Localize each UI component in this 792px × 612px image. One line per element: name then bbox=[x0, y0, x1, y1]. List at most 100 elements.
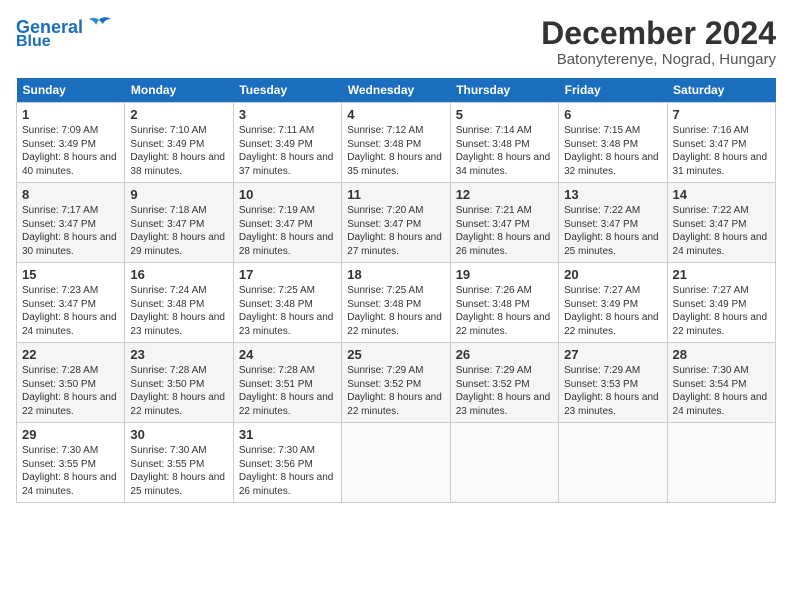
calendar-cell: 22 Sunrise: 7:28 AM Sunset: 3:50 PM Dayl… bbox=[17, 343, 125, 423]
day-number: 23 bbox=[130, 347, 227, 362]
day-info: Sunrise: 7:28 AM Sunset: 3:50 PM Dayligh… bbox=[130, 364, 227, 418]
day-info: Sunrise: 7:22 AM Sunset: 3:47 PM Dayligh… bbox=[564, 204, 661, 258]
calendar-cell: 13 Sunrise: 7:22 AM Sunset: 3:47 PM Dayl… bbox=[559, 183, 667, 263]
day-info: Sunrise: 7:27 AM Sunset: 3:49 PM Dayligh… bbox=[673, 284, 770, 338]
day-info: Sunrise: 7:25 AM Sunset: 3:48 PM Dayligh… bbox=[239, 284, 336, 338]
day-info: Sunrise: 7:26 AM Sunset: 3:48 PM Dayligh… bbox=[456, 284, 553, 338]
calendar-cell: 23 Sunrise: 7:28 AM Sunset: 3:50 PM Dayl… bbox=[125, 343, 233, 423]
calendar-cell: 5 Sunrise: 7:14 AM Sunset: 3:48 PM Dayli… bbox=[450, 103, 558, 183]
day-info: Sunrise: 7:15 AM Sunset: 3:48 PM Dayligh… bbox=[564, 124, 661, 178]
calendar-header: SundayMondayTuesdayWednesdayThursdayFrid… bbox=[17, 78, 776, 103]
calendar-cell: 24 Sunrise: 7:28 AM Sunset: 3:51 PM Dayl… bbox=[233, 343, 341, 423]
calendar-cell: 10 Sunrise: 7:19 AM Sunset: 3:47 PM Dayl… bbox=[233, 183, 341, 263]
calendar-cell: 7 Sunrise: 7:16 AM Sunset: 3:47 PM Dayli… bbox=[667, 103, 775, 183]
calendar-week-5: 29 Sunrise: 7:30 AM Sunset: 3:55 PM Dayl… bbox=[17, 423, 776, 503]
logo-blue: Blue bbox=[16, 34, 51, 50]
day-number: 8 bbox=[22, 187, 119, 202]
day-info: Sunrise: 7:28 AM Sunset: 3:51 PM Dayligh… bbox=[239, 364, 336, 418]
day-number: 15 bbox=[22, 267, 119, 282]
day-info: Sunrise: 7:10 AM Sunset: 3:49 PM Dayligh… bbox=[130, 124, 227, 178]
day-number: 30 bbox=[130, 427, 227, 442]
day-info: Sunrise: 7:29 AM Sunset: 3:52 PM Dayligh… bbox=[456, 364, 553, 418]
calendar-cell bbox=[667, 423, 775, 503]
calendar-cell: 29 Sunrise: 7:30 AM Sunset: 3:55 PM Dayl… bbox=[17, 423, 125, 503]
weekday-header-row: SundayMondayTuesdayWednesdayThursdayFrid… bbox=[17, 78, 776, 103]
bird-icon bbox=[85, 16, 113, 38]
day-number: 29 bbox=[22, 427, 119, 442]
day-number: 6 bbox=[564, 107, 661, 122]
calendar-cell: 21 Sunrise: 7:27 AM Sunset: 3:49 PM Dayl… bbox=[667, 263, 775, 343]
day-number: 14 bbox=[673, 187, 770, 202]
calendar-cell: 3 Sunrise: 7:11 AM Sunset: 3:49 PM Dayli… bbox=[233, 103, 341, 183]
day-info: Sunrise: 7:25 AM Sunset: 3:48 PM Dayligh… bbox=[347, 284, 444, 338]
calendar-cell: 28 Sunrise: 7:30 AM Sunset: 3:54 PM Dayl… bbox=[667, 343, 775, 423]
day-info: Sunrise: 7:29 AM Sunset: 3:52 PM Dayligh… bbox=[347, 364, 444, 418]
day-number: 4 bbox=[347, 107, 444, 122]
calendar-cell: 11 Sunrise: 7:20 AM Sunset: 3:47 PM Dayl… bbox=[342, 183, 450, 263]
day-info: Sunrise: 7:12 AM Sunset: 3:48 PM Dayligh… bbox=[347, 124, 444, 178]
calendar-cell: 25 Sunrise: 7:29 AM Sunset: 3:52 PM Dayl… bbox=[342, 343, 450, 423]
day-info: Sunrise: 7:17 AM Sunset: 3:47 PM Dayligh… bbox=[22, 204, 119, 258]
day-info: Sunrise: 7:24 AM Sunset: 3:48 PM Dayligh… bbox=[130, 284, 227, 338]
calendar-week-3: 15 Sunrise: 7:23 AM Sunset: 3:47 PM Dayl… bbox=[17, 263, 776, 343]
calendar-cell: 17 Sunrise: 7:25 AM Sunset: 3:48 PM Dayl… bbox=[233, 263, 341, 343]
day-info: Sunrise: 7:11 AM Sunset: 3:49 PM Dayligh… bbox=[239, 124, 336, 178]
day-number: 2 bbox=[130, 107, 227, 122]
title-section: December 2024 Batonyterenye, Nograd, Hun… bbox=[541, 16, 776, 68]
weekday-header-wednesday: Wednesday bbox=[342, 78, 450, 103]
day-number: 22 bbox=[22, 347, 119, 362]
day-number: 16 bbox=[130, 267, 227, 282]
day-number: 26 bbox=[456, 347, 553, 362]
calendar-cell bbox=[342, 423, 450, 503]
day-number: 1 bbox=[22, 107, 119, 122]
day-info: Sunrise: 7:19 AM Sunset: 3:47 PM Dayligh… bbox=[239, 204, 336, 258]
day-number: 24 bbox=[239, 347, 336, 362]
calendar-week-4: 22 Sunrise: 7:28 AM Sunset: 3:50 PM Dayl… bbox=[17, 343, 776, 423]
day-info: Sunrise: 7:23 AM Sunset: 3:47 PM Dayligh… bbox=[22, 284, 119, 338]
weekday-header-saturday: Saturday bbox=[667, 78, 775, 103]
weekday-header-friday: Friday bbox=[559, 78, 667, 103]
calendar-cell: 30 Sunrise: 7:30 AM Sunset: 3:55 PM Dayl… bbox=[125, 423, 233, 503]
calendar-cell: 14 Sunrise: 7:22 AM Sunset: 3:47 PM Dayl… bbox=[667, 183, 775, 263]
calendar-cell: 20 Sunrise: 7:27 AM Sunset: 3:49 PM Dayl… bbox=[559, 263, 667, 343]
day-info: Sunrise: 7:30 AM Sunset: 3:55 PM Dayligh… bbox=[22, 444, 119, 498]
day-number: 13 bbox=[564, 187, 661, 202]
day-number: 17 bbox=[239, 267, 336, 282]
calendar-table: SundayMondayTuesdayWednesdayThursdayFrid… bbox=[16, 78, 776, 503]
day-info: Sunrise: 7:30 AM Sunset: 3:54 PM Dayligh… bbox=[673, 364, 770, 418]
calendar-cell: 2 Sunrise: 7:10 AM Sunset: 3:49 PM Dayli… bbox=[125, 103, 233, 183]
day-info: Sunrise: 7:21 AM Sunset: 3:47 PM Dayligh… bbox=[456, 204, 553, 258]
calendar-cell: 6 Sunrise: 7:15 AM Sunset: 3:48 PM Dayli… bbox=[559, 103, 667, 183]
calendar-cell: 4 Sunrise: 7:12 AM Sunset: 3:48 PM Dayli… bbox=[342, 103, 450, 183]
day-number: 11 bbox=[347, 187, 444, 202]
day-info: Sunrise: 7:30 AM Sunset: 3:55 PM Dayligh… bbox=[130, 444, 227, 498]
day-info: Sunrise: 7:27 AM Sunset: 3:49 PM Dayligh… bbox=[564, 284, 661, 338]
calendar-cell: 16 Sunrise: 7:24 AM Sunset: 3:48 PM Dayl… bbox=[125, 263, 233, 343]
day-number: 3 bbox=[239, 107, 336, 122]
day-number: 10 bbox=[239, 187, 336, 202]
day-number: 31 bbox=[239, 427, 336, 442]
calendar-cell: 19 Sunrise: 7:26 AM Sunset: 3:48 PM Dayl… bbox=[450, 263, 558, 343]
calendar-cell: 31 Sunrise: 7:30 AM Sunset: 3:56 PM Dayl… bbox=[233, 423, 341, 503]
calendar-cell: 12 Sunrise: 7:21 AM Sunset: 3:47 PM Dayl… bbox=[450, 183, 558, 263]
weekday-header-monday: Monday bbox=[125, 78, 233, 103]
calendar-week-1: 1 Sunrise: 7:09 AM Sunset: 3:49 PM Dayli… bbox=[17, 103, 776, 183]
day-number: 19 bbox=[456, 267, 553, 282]
day-number: 27 bbox=[564, 347, 661, 362]
calendar-body: 1 Sunrise: 7:09 AM Sunset: 3:49 PM Dayli… bbox=[17, 103, 776, 503]
day-number: 9 bbox=[130, 187, 227, 202]
day-number: 21 bbox=[673, 267, 770, 282]
logo: General Blue bbox=[16, 16, 113, 50]
day-number: 7 bbox=[673, 107, 770, 122]
calendar-cell bbox=[450, 423, 558, 503]
day-number: 5 bbox=[456, 107, 553, 122]
weekday-header-tuesday: Tuesday bbox=[233, 78, 341, 103]
day-number: 20 bbox=[564, 267, 661, 282]
calendar-cell bbox=[559, 423, 667, 503]
day-info: Sunrise: 7:30 AM Sunset: 3:56 PM Dayligh… bbox=[239, 444, 336, 498]
calendar-cell: 18 Sunrise: 7:25 AM Sunset: 3:48 PM Dayl… bbox=[342, 263, 450, 343]
month-title: December 2024 bbox=[541, 16, 776, 51]
day-number: 18 bbox=[347, 267, 444, 282]
location: Batonyterenye, Nograd, Hungary bbox=[541, 51, 776, 68]
day-info: Sunrise: 7:09 AM Sunset: 3:49 PM Dayligh… bbox=[22, 124, 119, 178]
